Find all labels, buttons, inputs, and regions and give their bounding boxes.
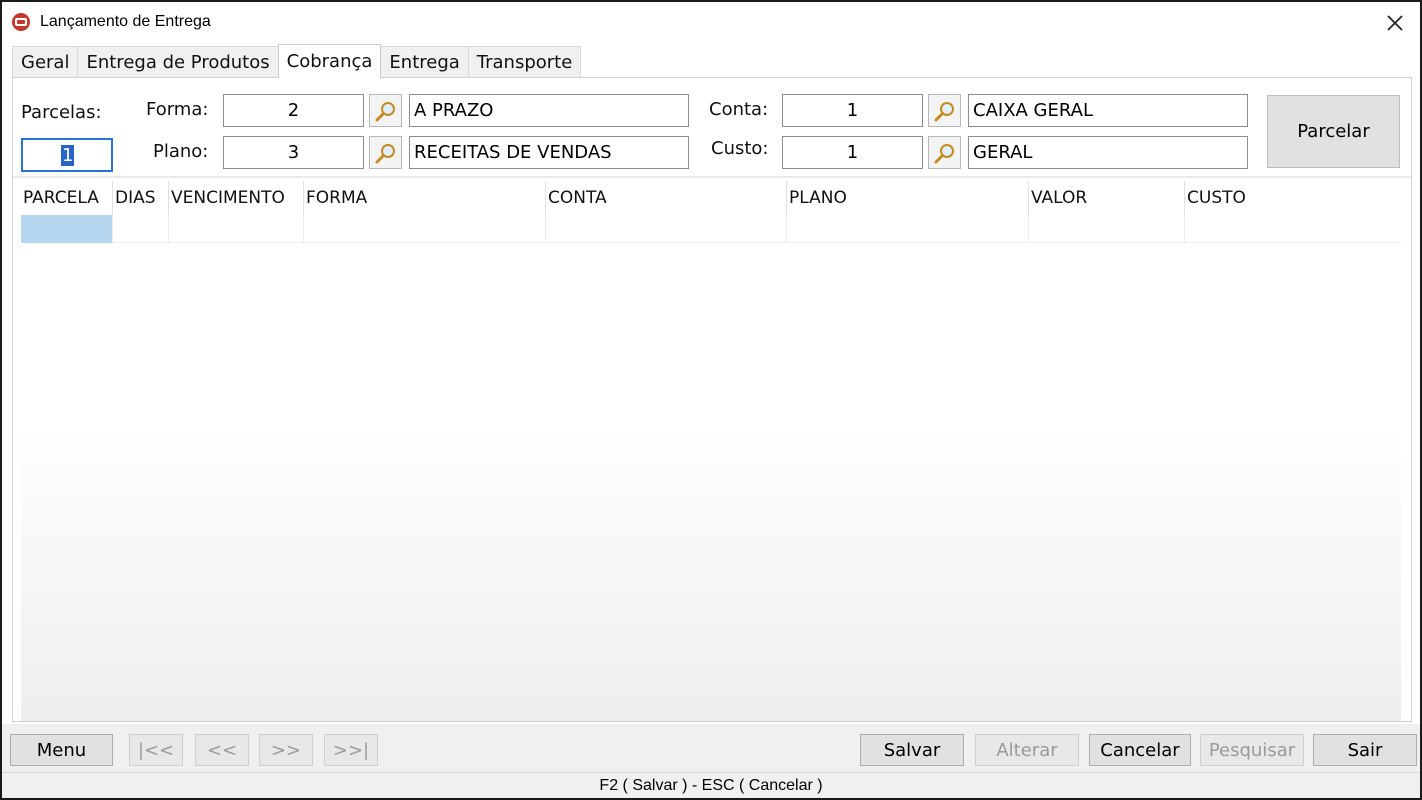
cancelar-button[interactable]: Cancelar	[1089, 734, 1191, 766]
parcelas-value: 1	[61, 144, 75, 166]
table-row[interactable]	[21, 215, 1401, 243]
pesquisar-button[interactable]: Pesquisar	[1200, 734, 1304, 766]
status-bar: F2 ( Salvar ) - ESC ( Cancelar )	[2, 772, 1420, 798]
col-header-conta[interactable]: CONTA	[546, 181, 787, 215]
conta-label: Conta:	[709, 99, 769, 120]
row-cell-custo[interactable]	[1185, 215, 1401, 243]
row-cell-dias[interactable]	[113, 215, 169, 243]
col-header-parcela[interactable]: PARCELA	[21, 181, 113, 215]
row-cell-parcela[interactable]	[21, 215, 113, 243]
col-header-forma[interactable]: FORMA	[304, 181, 546, 215]
main-window: Lançamento de Entrega Geral Entrega de P…	[0, 0, 1422, 800]
title-bar: Lançamento de Entrega	[2, 2, 1420, 42]
forma-description: A PRAZO	[409, 94, 689, 127]
menu-button[interactable]: Menu	[10, 734, 113, 766]
col-header-vencimento[interactable]: VENCIMENTO	[169, 181, 304, 215]
installments-grid[interactable]: PARCELA DIAS VENCIMENTO FORMA CONTA PLAN…	[21, 181, 1401, 721]
forma-code-input[interactable]: 2	[223, 94, 364, 127]
col-header-dias[interactable]: DIAS	[113, 181, 169, 215]
tab-geral[interactable]: Geral	[12, 46, 79, 78]
plano-code-input[interactable]: 3	[223, 136, 364, 169]
tab-cobranca[interactable]: Cobrança	[277, 44, 382, 78]
action-bar: Menu |<< << >> >>| Salvar Alterar Cancel…	[2, 724, 1420, 774]
magnifier-icon	[934, 101, 954, 121]
tab-strip: Geral Entrega de Produtos Cobrança Entre…	[12, 44, 582, 78]
tab-entrega-de-produtos[interactable]: Entrega de Produtos	[77, 46, 279, 78]
app-logo-icon	[12, 13, 30, 31]
grid-header: PARCELA DIAS VENCIMENTO FORMA CONTA PLAN…	[21, 181, 1401, 215]
next-record-button[interactable]: >>	[259, 734, 313, 766]
row-cell-conta[interactable]	[546, 215, 787, 243]
parcelar-button[interactable]: Parcelar	[1267, 95, 1400, 168]
magnifier-icon	[375, 101, 395, 121]
custo-description: GERAL	[968, 136, 1248, 169]
conta-lookup-button[interactable]	[928, 94, 961, 127]
last-record-button[interactable]: >>|	[324, 734, 378, 766]
forma-label: Forma:	[146, 99, 209, 120]
conta-code-input[interactable]: 1	[782, 94, 923, 127]
close-icon	[1387, 15, 1403, 31]
window-title: Lançamento de Entrega	[40, 13, 211, 30]
plano-label: Plano:	[153, 141, 209, 162]
forma-lookup-button[interactable]	[369, 94, 402, 127]
tab-entrega[interactable]: Entrega	[380, 46, 469, 78]
first-record-button[interactable]: |<<	[129, 734, 183, 766]
row-cell-vencimento[interactable]	[169, 215, 304, 243]
salvar-button[interactable]: Salvar	[860, 734, 964, 766]
section-divider	[13, 176, 1411, 178]
close-button[interactable]	[1380, 8, 1410, 38]
magnifier-icon	[375, 143, 395, 163]
row-cell-forma[interactable]	[304, 215, 546, 243]
plano-lookup-button[interactable]	[369, 136, 402, 169]
tab-transporte[interactable]: Transporte	[467, 46, 582, 78]
col-header-valor[interactable]: VALOR	[1029, 181, 1185, 215]
cobranca-panel: Parcelas: 1 Forma: 2 A PRAZO Plano: 3 RE…	[12, 77, 1412, 722]
col-header-custo[interactable]: CUSTO	[1185, 181, 1401, 215]
previous-record-button[interactable]: <<	[195, 734, 249, 766]
custo-label: Custo:	[711, 138, 769, 159]
plano-description: RECEITAS DE VENDAS	[409, 136, 689, 169]
custo-lookup-button[interactable]	[928, 136, 961, 169]
row-cell-valor[interactable]	[1029, 215, 1185, 243]
col-header-plano[interactable]: PLANO	[787, 181, 1029, 215]
conta-description: CAIXA GERAL	[968, 94, 1248, 127]
row-cell-plano[interactable]	[787, 215, 1029, 243]
parcelas-input[interactable]: 1	[21, 138, 113, 172]
alterar-button[interactable]: Alterar	[975, 734, 1079, 766]
custo-code-input[interactable]: 1	[782, 136, 923, 169]
sair-button[interactable]: Sair	[1313, 734, 1417, 766]
magnifier-icon	[934, 143, 954, 163]
parcelas-label: Parcelas:	[21, 102, 102, 123]
